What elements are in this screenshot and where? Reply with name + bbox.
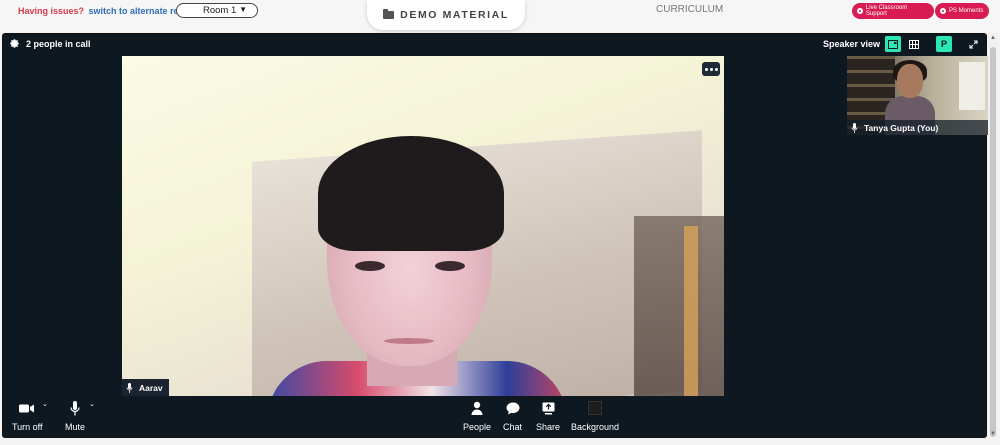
background-icon	[588, 401, 603, 415]
grid-view-icon	[909, 39, 919, 49]
mic-chevron-icon[interactable]: ⌄	[89, 400, 95, 408]
camera-label: Turn off	[12, 422, 43, 432]
speaker-view-button[interactable]	[885, 36, 901, 52]
grid-view-button[interactable]	[906, 36, 922, 52]
mic-icon	[126, 382, 133, 393]
people-icon	[471, 401, 483, 415]
participant-name: Aarav	[139, 382, 163, 393]
call-header: 2 people in call Speaker view P	[3, 34, 986, 54]
speaker-view-icon	[888, 39, 898, 49]
main-participant-video[interactable]: Aarav	[122, 56, 724, 396]
room-select-value: Room 1	[203, 5, 237, 16]
support-icon	[857, 8, 863, 14]
mute-button[interactable]: ⌄ Mute	[65, 400, 95, 432]
share-label: Share	[536, 422, 561, 432]
curriculum-tab[interactable]: CURRICULUM	[656, 4, 723, 15]
mic-icon	[851, 122, 858, 133]
ps-moments-button[interactable]: PS Moments	[935, 3, 989, 19]
background-button[interactable]: Background	[571, 400, 619, 432]
people-label: People	[463, 422, 492, 432]
more-options-dot	[714, 67, 718, 71]
moments-icon	[940, 8, 946, 14]
scrollbar-thumb[interactable]	[990, 47, 996, 437]
gear-icon[interactable]	[9, 38, 20, 49]
demo-material-label: DEMO MATERIAL	[400, 9, 509, 21]
more-options-icon	[704, 67, 708, 71]
issues-text: Having issues?	[18, 6, 85, 16]
ps-moments-label: PS Moments	[949, 8, 984, 14]
camera-icon	[19, 404, 35, 412]
self-name-tag: Tanya Gupta (You)	[847, 120, 988, 135]
issues-notice: Having issues? switch to alternate room	[18, 6, 193, 16]
call-controls: ⌄ Turn off ⌄ Mute People Chat Share Back…	[3, 396, 986, 438]
self-face	[897, 64, 923, 98]
more-options-button[interactable]	[702, 62, 720, 76]
participant-eye-right	[435, 261, 465, 271]
participant-mouth	[384, 338, 434, 344]
video-call-panel: 2 people in call Speaker view P Aarav Ta…	[2, 33, 988, 438]
share-button[interactable]: Share	[536, 400, 560, 432]
scroll-down-icon[interactable]: ▼	[990, 431, 996, 437]
view-mode-label: Speaker view	[823, 39, 881, 49]
people-button[interactable]: People	[463, 400, 491, 432]
background-label: Background	[571, 422, 620, 432]
self-video-tile[interactable]: Tanya Gupta (You)	[847, 56, 988, 135]
more-options-dot	[709, 67, 713, 71]
fullscreen-button[interactable]	[965, 36, 981, 52]
live-support-button[interactable]: Live Classroom Support	[852, 3, 934, 19]
background-shelf	[634, 216, 724, 396]
chat-label: Chat	[503, 422, 523, 432]
fullscreen-icon	[969, 40, 977, 48]
folder-icon	[383, 9, 395, 19]
chat-icon	[506, 402, 519, 414]
participant-hair	[318, 136, 504, 251]
top-bar: Having issues? switch to alternate room …	[0, 0, 1000, 32]
participant-name-tag: Aarav	[122, 379, 169, 396]
demo-material-button[interactable]: DEMO MATERIAL	[367, 0, 525, 30]
share-icon	[542, 402, 555, 414]
background-door-edge	[684, 226, 698, 396]
p-button[interactable]: P	[936, 36, 952, 52]
self-name: Tanya Gupta (You)	[864, 122, 939, 133]
self-window	[959, 62, 985, 110]
scroll-up-icon[interactable]: ▲	[990, 35, 996, 41]
chat-button[interactable]: Chat	[503, 400, 522, 432]
room-select[interactable]: Room 1 ▼	[176, 3, 258, 18]
participant-eye-left	[355, 261, 385, 271]
live-support-label: Live Classroom Support	[865, 5, 908, 17]
camera-chevron-icon[interactable]: ⌄	[42, 400, 48, 408]
mic-label: Mute	[65, 422, 86, 432]
camera-toggle-button[interactable]: ⌄ Turn off	[12, 400, 48, 432]
people-count: 2 people in call	[26, 39, 91, 49]
mic-icon	[70, 400, 80, 415]
chevron-down-icon: ▼	[239, 5, 247, 14]
page-scrollbar[interactable]: ▲ ▼	[988, 33, 998, 438]
